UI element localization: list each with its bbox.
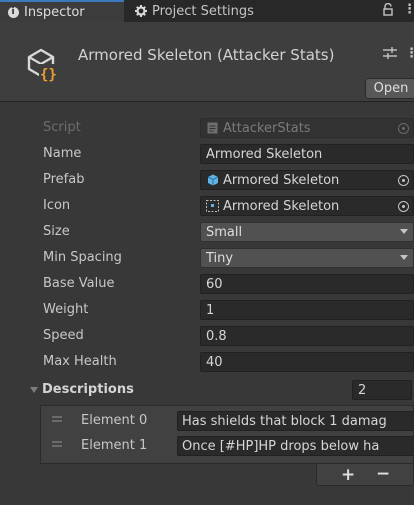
prefab-object-field[interactable]: Armored Skeleton: [200, 170, 414, 190]
field-row-max-health: Max Health 40: [0, 351, 414, 373]
list-footer: + −: [316, 464, 414, 486]
field-row-speed: Speed 0.8: [0, 325, 414, 347]
tab-inspector[interactable]: i Inspector: [0, 0, 124, 22]
min-spacing-dropdown[interactable]: Tiny: [200, 248, 414, 268]
list-item: Element 0 Has shields that block 1 damag: [41, 410, 414, 432]
script-object-field: AttackerStats: [200, 118, 414, 138]
add-element-button[interactable]: +: [341, 465, 355, 485]
tab-label: Inspector: [24, 4, 85, 20]
field-row-script: Script AttackerStats: [0, 117, 414, 139]
field-label: Base Value: [43, 276, 115, 291]
sprite-icon: [206, 200, 219, 213]
script-icon: [206, 122, 219, 135]
field-value: Armored Skeleton: [223, 198, 340, 214]
field-row-weight: Weight 1: [0, 299, 414, 321]
list-item: Element 1 Once [#HP]HP drops below ha: [41, 435, 414, 457]
open-button[interactable]: Open: [365, 78, 414, 99]
field-row-min-spacing: Min Spacing Tiny: [0, 247, 414, 269]
base-value-input[interactable]: 60: [200, 274, 414, 294]
prefab-cube-icon: [206, 174, 219, 187]
kebab-menu-icon[interactable]: ⋮: [403, 2, 414, 17]
field-value: AttackerStats: [223, 120, 311, 136]
field-row-icon: Icon Armored Skeleton: [0, 195, 414, 217]
field-row-size: Size Small: [0, 221, 414, 243]
descriptions-label: Descriptions: [42, 382, 134, 397]
field-label: Size: [43, 224, 70, 239]
inspector-header: {} Armored Skeleton (Attacker Stats) ⋮ O…: [0, 22, 414, 102]
max-health-input[interactable]: 40: [200, 352, 414, 372]
field-label: Max Health: [43, 354, 117, 369]
object-picker-icon[interactable]: [398, 175, 409, 186]
field-label: Name: [43, 146, 82, 161]
tab-bar: i Inspector Project Settings ⋮: [0, 0, 414, 22]
svg-text:{}: {}: [40, 67, 57, 83]
descriptions-foldout[interactable]: Descriptions 2: [0, 379, 414, 401]
tab-project-settings[interactable]: Project Settings: [127, 0, 277, 22]
field-value: Armored Skeleton: [223, 172, 340, 188]
element-label: Element 1: [81, 438, 148, 453]
element-input[interactable]: Has shields that block 1 damag: [177, 411, 414, 431]
speed-input[interactable]: 0.8: [200, 326, 414, 346]
foldout-arrow-icon[interactable]: [30, 387, 38, 393]
asset-title: Armored Skeleton (Attacker Stats): [78, 46, 335, 64]
object-picker-icon[interactable]: [398, 201, 409, 212]
field-label: Prefab: [43, 172, 85, 187]
weight-input[interactable]: 1: [200, 300, 414, 320]
field-row-base-value: Base Value 60: [0, 273, 414, 295]
field-label: Script: [43, 120, 81, 135]
array-size-input[interactable]: 2: [352, 380, 412, 400]
element-input[interactable]: Once [#HP]HP drops below ha: [177, 436, 414, 456]
gear-icon: [135, 5, 147, 17]
field-row-name: Name Armored Skeleton: [0, 143, 414, 165]
object-picker-icon: [398, 123, 409, 134]
field-label: Weight: [43, 302, 89, 317]
info-icon: i: [7, 6, 19, 18]
field-row-prefab: Prefab Armored Skeleton: [0, 169, 414, 191]
field-label: Min Spacing: [43, 250, 122, 265]
tab-label: Project Settings: [152, 3, 254, 19]
chevron-down-icon: [400, 255, 408, 260]
lock-icon[interactable]: [383, 2, 393, 20]
field-label: Icon: [43, 198, 71, 213]
dropdown-value: Small: [206, 224, 243, 240]
remove-element-button[interactable]: −: [376, 464, 390, 484]
header-kebab-icon[interactable]: ⋮: [405, 46, 414, 61]
size-dropdown[interactable]: Small: [200, 222, 414, 242]
element-label: Element 0: [81, 413, 148, 428]
name-input[interactable]: Armored Skeleton: [200, 144, 414, 164]
descriptions-list: Element 0 Has shields that block 1 damag…: [40, 405, 414, 464]
drag-handle-icon[interactable]: [52, 416, 62, 422]
scriptable-object-icon: {}: [25, 47, 61, 83]
settings-sliders-icon[interactable]: [383, 47, 397, 63]
chevron-down-icon: [400, 229, 408, 234]
field-label: Speed: [43, 328, 84, 343]
dropdown-value: Tiny: [206, 250, 234, 266]
icon-object-field[interactable]: Armored Skeleton: [200, 196, 414, 216]
drag-handle-icon[interactable]: [52, 441, 62, 447]
